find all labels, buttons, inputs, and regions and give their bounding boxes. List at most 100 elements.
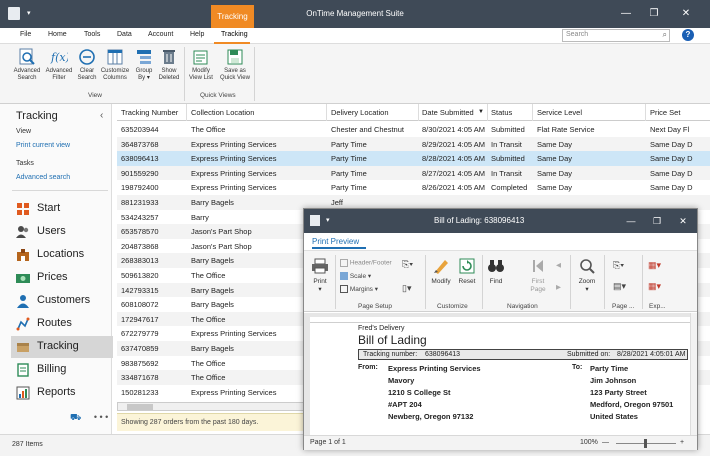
help-icon[interactable]: ? — [682, 29, 694, 41]
nav-reports[interactable]: Reports — [11, 382, 113, 404]
col-collection-location[interactable]: Collection Location — [191, 108, 254, 117]
nav-start[interactable]: Start — [11, 198, 113, 220]
advanced-search-button[interactable]: Advanced Search — [12, 48, 42, 82]
tab-print-preview[interactable]: Print Preview — [312, 237, 359, 246]
col-service-level[interactable]: Service Level — [537, 108, 582, 117]
printer-icon — [312, 258, 328, 274]
quick-access-dropdown-icon[interactable]: ▾ — [27, 9, 31, 17]
menu-account[interactable]: Account — [148, 31, 173, 38]
preview-vertical-scrollbar[interactable] — [690, 313, 697, 435]
table-cell: 334871678 — [121, 373, 159, 383]
more-icon[interactable]: • • • — [94, 412, 108, 422]
svg-text:f(x): f(x) — [50, 51, 68, 64]
table-cell: 8/28/2021 4:05 AM — [422, 154, 485, 164]
menu-help[interactable]: Help — [190, 31, 204, 38]
preview-minimize-icon[interactable]: — — [620, 209, 642, 233]
multi-page-icon[interactable]: ▤▾ — [613, 281, 626, 292]
col-price-set[interactable]: Price Set — [650, 108, 680, 117]
nav-customers[interactable]: Customers — [11, 290, 113, 312]
menu-file[interactable]: File — [20, 31, 31, 38]
print-current-view-link[interactable]: Print current view — [16, 142, 70, 149]
export-icon[interactable]: ▦▾ — [648, 260, 661, 271]
table-cell: 608108072 — [121, 300, 159, 310]
nav-tracking[interactable]: Tracking — [11, 336, 113, 358]
print-button[interactable]: Print ▾ — [310, 257, 330, 294]
menu-data[interactable]: Data — [117, 31, 132, 38]
margins-button[interactable]: Margins ▾ — [340, 285, 378, 294]
nav-locations[interactable]: Locations — [11, 244, 113, 266]
maximize-icon[interactable]: ❐ — [643, 0, 665, 28]
zoom-in-icon[interactable]: + — [680, 439, 684, 446]
table-cell: Party Time — [331, 139, 367, 149]
table-row[interactable]: 198792400 Express Printing Services Party … — [117, 180, 710, 195]
table-row[interactable]: 635203944 The Office Chester and Chestnut 8… — [117, 122, 710, 137]
table-cell: Chester and Chestnut — [331, 125, 404, 134]
ribbon-separator — [425, 255, 426, 309]
zoom-slider-thumb[interactable] — [644, 439, 647, 448]
app-icon[interactable] — [8, 7, 20, 20]
minimize-icon[interactable]: — — [615, 0, 637, 28]
col-tracking-number[interactable]: Tracking Number — [121, 108, 178, 117]
page-view-icon[interactable]: ⎘▾ — [613, 260, 624, 271]
reset-button[interactable]: Reset — [455, 257, 479, 286]
search-input[interactable]: Search ⌕ — [562, 29, 670, 42]
page-size-icon[interactable]: ▯▾ — [402, 283, 411, 294]
modify-view-list-button[interactable]: Modify View List — [186, 48, 216, 82]
save-quick-view-button[interactable]: Save as Quick View — [218, 48, 252, 82]
table-row[interactable]: 364873768 Express Printing Services Party … — [117, 136, 710, 152]
col-date-submitted[interactable]: Date Submitted — [422, 108, 474, 117]
advanced-filter-button[interactable]: f(x) Advanced Filter — [44, 48, 74, 82]
menu-tools[interactable]: Tools — [84, 31, 100, 38]
header-footer-button[interactable]: Header/Footer — [340, 259, 392, 267]
collapse-icon[interactable]: ‹ — [100, 110, 103, 121]
truck-icon[interactable]: ⛟ — [70, 412, 81, 422]
clear-search-icon — [79, 49, 95, 65]
scrollbar-thumb[interactable] — [127, 404, 153, 410]
nav-billing-label: Billing — [37, 363, 67, 375]
preview-close-icon[interactable]: ✕ — [672, 209, 694, 233]
show-deleted-button[interactable]: Show Deleted — [154, 48, 184, 82]
preview-maximize-icon[interactable]: ❐ — [646, 209, 668, 233]
ribbon: Advanced Search f(x) Advanced Filter Cle… — [0, 44, 710, 104]
zoom-button[interactable]: Zoom ▾ — [575, 257, 599, 294]
clear-search-button[interactable]: Clear Search — [72, 48, 102, 82]
nav-customers-label: Customers — [37, 294, 91, 306]
nav-billing[interactable]: Billing — [11, 359, 113, 381]
sort-desc-icon[interactable]: ▼ — [478, 109, 484, 115]
table-row[interactable]: 638096413 Express Printing Services Party … — [117, 151, 710, 166]
advanced-search-link[interactable]: Advanced search — [16, 174, 70, 181]
menu-home[interactable]: Home — [48, 31, 67, 38]
customize-columns-button[interactable]: Customize Columns — [100, 48, 130, 82]
menu-tracking[interactable]: Tracking — [221, 31, 248, 38]
zoom-out-icon[interactable]: — — [602, 439, 609, 446]
col-status[interactable]: Status — [491, 108, 512, 117]
nav-routes[interactable]: Routes — [11, 313, 113, 335]
sidebar-overflow[interactable]: ⛟ • • • — [70, 412, 108, 424]
horizontal-scrollbar[interactable] — [117, 402, 305, 411]
preview-dropdown-icon[interactable]: ▾ — [326, 216, 330, 224]
print-label: Print ▾ — [313, 278, 327, 293]
table-cell: Same Day — [537, 183, 573, 193]
nav-prices[interactable]: Prices — [11, 267, 113, 289]
table-cell: 8/27/2021 4:05 AM — [422, 168, 485, 178]
doc-tracking-value: 638096413 — [425, 351, 461, 358]
scale-button[interactable]: Scale ▾ — [340, 272, 371, 281]
table-cell: Express Printing Services — [191, 183, 277, 193]
search-icon[interactable]: ⌕ — [663, 30, 667, 40]
preview-document-area[interactable]: Fred's Delivery Bill of Lading Tracking … — [304, 313, 697, 435]
first-page-button[interactable]: First Page — [527, 257, 549, 294]
orientation-icon[interactable]: ⎘▾ — [402, 259, 413, 270]
nav-users[interactable]: Users — [11, 221, 113, 243]
table-cell: Same Day — [537, 168, 573, 178]
modify-view-label: Modify View List — [189, 68, 213, 81]
send-icon[interactable]: ▦▾ — [648, 281, 661, 292]
find-button[interactable]: Find — [485, 257, 507, 286]
modify-button[interactable]: Modify — [428, 257, 454, 286]
col-delivery-location[interactable]: Delivery Location — [331, 108, 389, 117]
next-page-icon[interactable]: ▶ — [556, 283, 561, 291]
table-row[interactable]: 901559290 Express Printing Services Party … — [117, 165, 710, 181]
previous-page-icon[interactable]: ◀ — [556, 261, 561, 269]
table-cell: Completed — [491, 183, 528, 193]
close-icon[interactable]: ✕ — [675, 0, 697, 28]
table-cell: 637470859 — [121, 344, 159, 353]
